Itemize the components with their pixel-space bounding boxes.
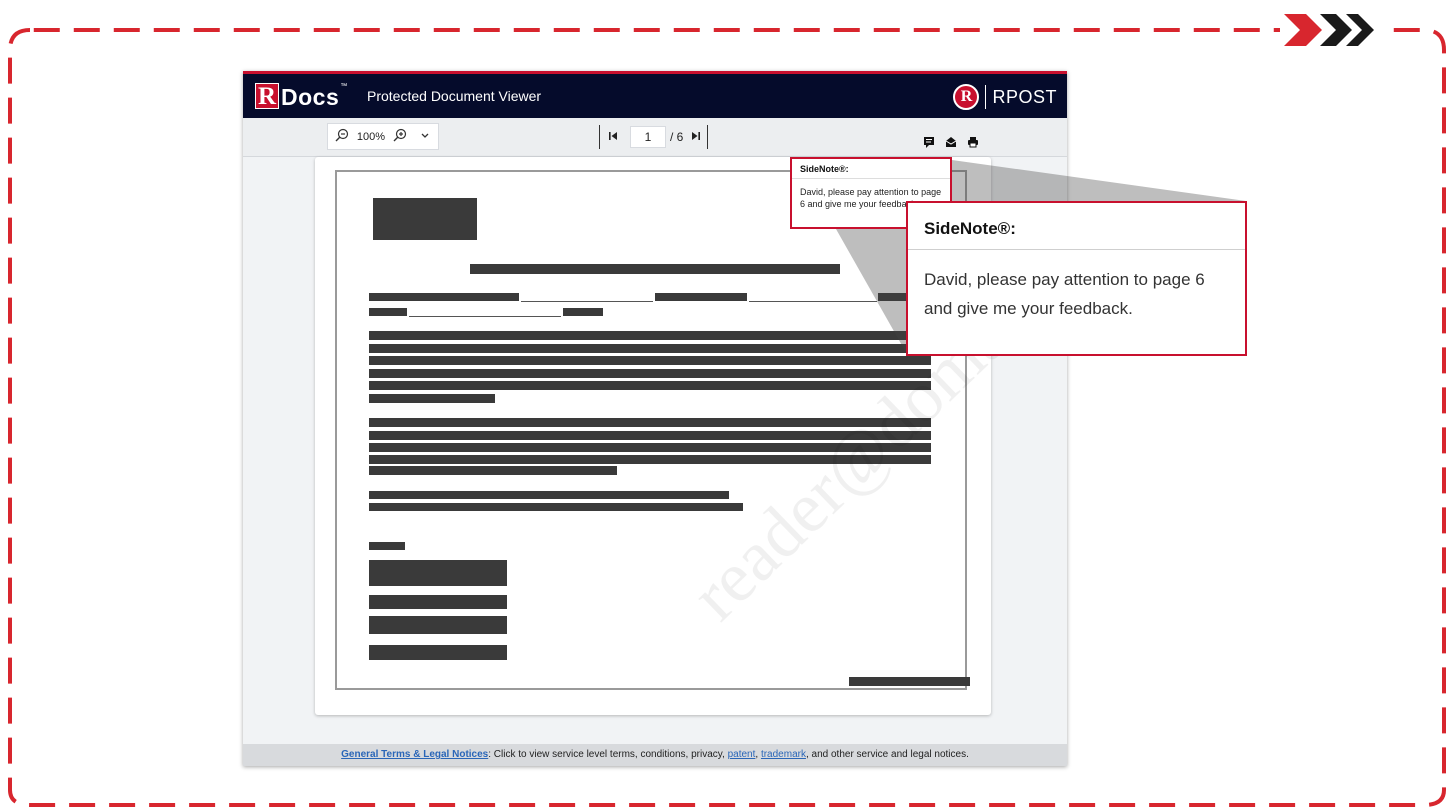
redacted-paragraph-line: [369, 356, 931, 365]
redacted-heading: [470, 264, 840, 274]
zoom-out-icon[interactable]: [328, 128, 356, 145]
redacted-line: [369, 542, 405, 550]
rpost-logo: R RPOST: [953, 84, 1057, 110]
redacted-paragraph-line: [369, 344, 931, 353]
chevron-down-icon[interactable]: [414, 131, 436, 143]
redacted-paragraph-line: [369, 455, 931, 464]
total-pages: / 6: [670, 130, 684, 144]
redacted-paragraph-line: [369, 503, 743, 511]
redacted-signature: [369, 560, 507, 586]
redacted-paragraph-line: [369, 443, 931, 452]
page-number-input[interactable]: 1: [630, 126, 666, 148]
redacted-line: [369, 293, 519, 301]
redacted-paragraph-line: [369, 394, 495, 403]
redacted-paragraph-line: [369, 381, 931, 390]
redacted-line: [655, 293, 747, 301]
redacted-line: [369, 645, 507, 660]
redacted-footer-line: [849, 677, 970, 686]
sidenote-magnified-title: SideNote®:: [924, 219, 1016, 238]
zoom-level[interactable]: 100%: [356, 131, 386, 143]
first-page-icon[interactable]: [600, 130, 626, 144]
trademark-link[interactable]: trademark: [761, 749, 806, 760]
viewer-toolbar: 100% 1 / 6: [243, 118, 1067, 157]
document-page: reader@domain.com: [315, 157, 1067, 715]
envelope-open-icon[interactable]: [945, 135, 957, 153]
app-title: Protected Document Viewer: [367, 88, 542, 104]
sidenote-icon[interactable]: [923, 135, 935, 153]
redacted-line: [369, 595, 507, 609]
redacted-line: [563, 308, 603, 316]
redacted-paragraph-line: [369, 491, 729, 499]
document-actions: [923, 135, 979, 153]
page-frame: [335, 170, 967, 690]
zoom-in-icon[interactable]: [386, 128, 414, 145]
page-navigation: 1 / 6: [599, 125, 709, 149]
sidenote-magnified: SideNote®: David, please pay attention t…: [906, 201, 1247, 356]
viewer-header: R Docs ™ Protected Document Viewer R RPO…: [243, 71, 1067, 118]
redacted-paragraph-line: [369, 369, 931, 378]
terms-link[interactable]: General Terms & Legal Notices: [341, 749, 488, 760]
patent-link[interactable]: patent: [728, 749, 756, 760]
last-page-icon[interactable]: [689, 130, 707, 144]
redacted-line: [369, 308, 407, 316]
redacted-line: [878, 293, 908, 301]
print-icon[interactable]: [967, 135, 979, 153]
sidenote-title: SideNote®:: [800, 164, 849, 174]
redacted-paragraph-line: [369, 418, 931, 427]
chevrons-icon: [1280, 10, 1380, 50]
rdocs-logo: R Docs ™: [255, 83, 347, 110]
redacted-paragraph-line: [369, 431, 931, 440]
sidenote-magnified-body: David, please pay attention to page 6 an…: [924, 270, 1205, 318]
redacted-logo-block: [373, 198, 477, 240]
legal-footer: General Terms & Legal Notices: Click to …: [243, 744, 1067, 766]
zoom-controls: 100%: [327, 123, 439, 150]
redacted-line: [369, 616, 507, 634]
redacted-paragraph-line: [369, 466, 617, 475]
redacted-paragraph-line: [369, 331, 931, 340]
